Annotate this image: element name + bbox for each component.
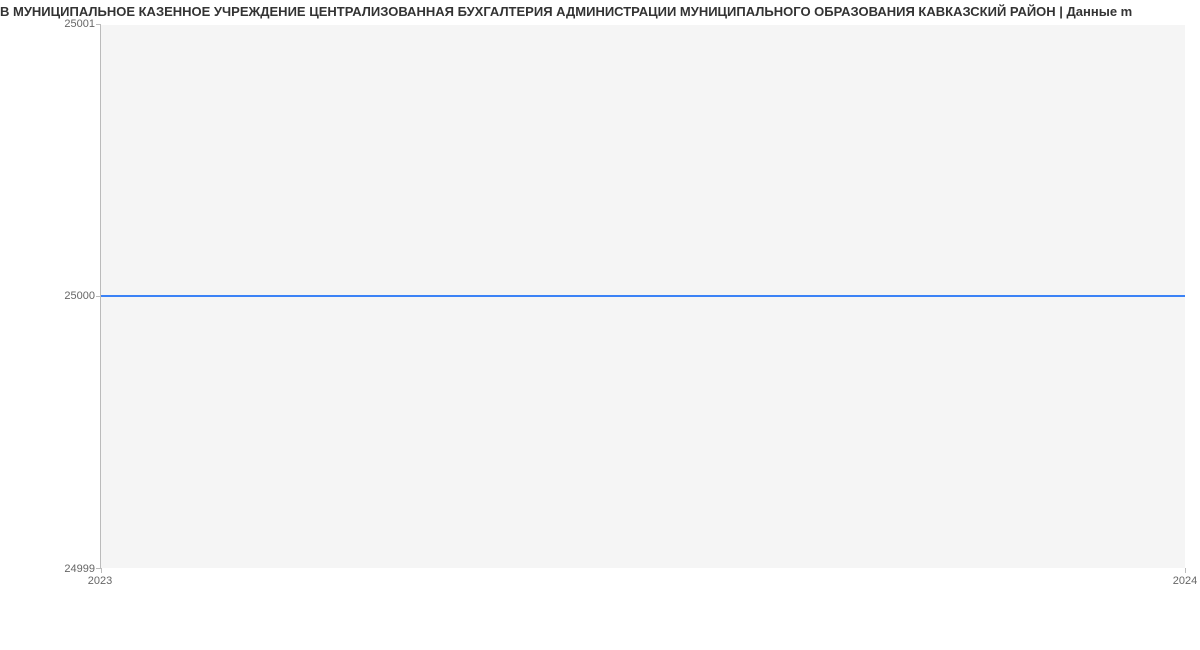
y-tick-label: 25000 [5, 290, 95, 302]
chart-container: В МУНИЦИПАЛЬНОЕ КАЗЕННОЕ УЧРЕЖДЕНИЕ ЦЕНТ… [0, 0, 1200, 605]
y-tick-label: 24999 [5, 563, 95, 575]
x-tick-label: 2023 [88, 575, 112, 587]
x-tick-label: 2024 [1173, 575, 1197, 587]
y-tick-label: 25001 [5, 18, 95, 30]
plot-area [100, 24, 1185, 569]
chart-title: В МУНИЦИПАЛЬНОЕ КАЗЕННОЕ УЧРЕЖДЕНИЕ ЦЕНТ… [0, 0, 1200, 21]
data-series-line [101, 295, 1185, 297]
